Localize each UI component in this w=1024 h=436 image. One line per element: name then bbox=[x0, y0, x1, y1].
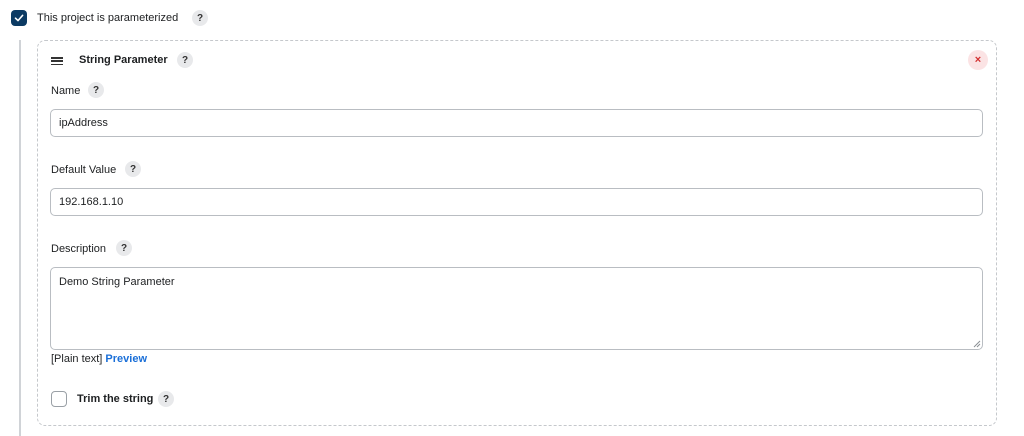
preview-link[interactable]: Preview bbox=[105, 353, 147, 365]
parameter-type-title: String Parameter bbox=[79, 54, 168, 66]
name-help-icon[interactable]: ? bbox=[88, 82, 104, 98]
parameterized-label: This project is parameterized bbox=[37, 12, 179, 24]
string-parameter-card bbox=[37, 40, 997, 426]
default-value-help-icon[interactable]: ? bbox=[125, 161, 141, 177]
name-input[interactable]: ipAddress bbox=[50, 109, 983, 137]
default-value-input-value: 192.168.1.10 bbox=[59, 196, 124, 208]
resize-grip-icon[interactable] bbox=[973, 340, 981, 348]
default-value-label: Default Value bbox=[51, 164, 117, 176]
trim-string-checkbox[interactable] bbox=[51, 391, 67, 407]
parameterized-checkbox[interactable] bbox=[11, 10, 27, 26]
description-format-row: [Plain text] Preview bbox=[51, 353, 147, 365]
description-label: Description bbox=[51, 243, 107, 255]
parameterized-help-icon[interactable]: ? bbox=[192, 10, 208, 26]
name-label: Name bbox=[51, 85, 81, 97]
parameter-type-help-icon[interactable]: ? bbox=[177, 52, 193, 68]
section-guide-line bbox=[19, 40, 21, 436]
description-textarea[interactable]: Demo String Parameter bbox=[50, 267, 983, 350]
drag-handle-icon[interactable] bbox=[51, 57, 63, 65]
trim-string-label: Trim the string bbox=[77, 393, 154, 405]
name-input-value: ipAddress bbox=[59, 117, 108, 129]
description-textarea-value: Demo String Parameter bbox=[59, 276, 175, 288]
check-icon bbox=[14, 14, 24, 22]
trim-string-help-icon[interactable]: ? bbox=[158, 391, 174, 407]
default-value-input[interactable]: 192.168.1.10 bbox=[50, 188, 983, 216]
plain-text-note: [Plain text] bbox=[51, 353, 103, 365]
description-help-icon[interactable]: ? bbox=[116, 240, 132, 256]
close-icon[interactable]: × bbox=[968, 50, 988, 70]
